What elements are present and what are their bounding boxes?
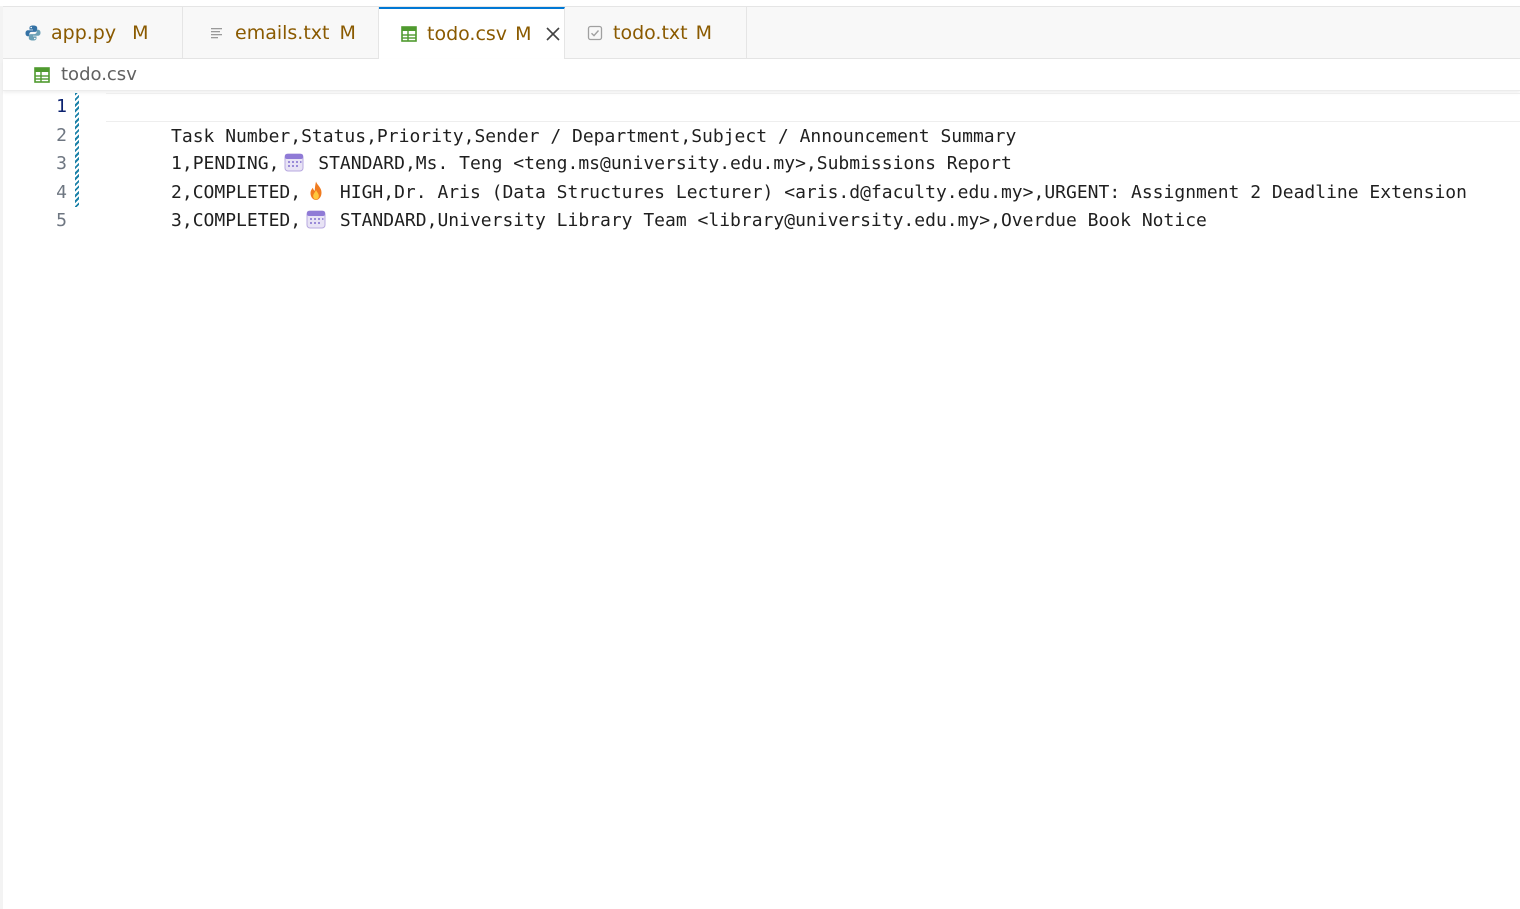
code-line[interactable]: 3,COMPLETED, STANDARD,University Library… [106, 179, 1520, 231]
line-number: 5 [56, 210, 67, 232]
code-line[interactable]: Task Number,Status,Priority,Sender / Dep… [106, 93, 1520, 147]
text-lines-icon [207, 23, 227, 43]
modified-lines-indicator[interactable] [75, 93, 79, 207]
code-line[interactable]: 1,PENDING, STANDARD,Ms. Teng <teng.ms@un… [106, 122, 1520, 174]
code-line[interactable] [106, 207, 1520, 236]
modified-indicator: M [515, 23, 532, 45]
tab-label: todo.csv [427, 23, 508, 45]
tab-todo-txt[interactable]: todo.txt M [565, 7, 747, 58]
modified-indicator: M [339, 21, 356, 44]
tab-app-py[interactable]: app.py M [3, 7, 183, 58]
modified-indicator: M [132, 21, 149, 44]
line-number-gutter: 1 2 3 4 5 [3, 93, 103, 909]
tab-label: emails.txt [235, 21, 330, 44]
code-line[interactable]: 2,COMPLETED, HIGH,Dr. Aris (Data Structu… [106, 150, 1520, 203]
line-number: 1 [56, 96, 67, 117]
code-editor[interactable]: 1 2 3 4 5 Task Number,Status,Priority,Se… [3, 93, 1520, 909]
close-icon[interactable] [543, 24, 563, 44]
modified-indicator: M [695, 21, 713, 44]
csv-table-icon [33, 66, 51, 84]
window-top-edge [0, 0, 1520, 7]
breadcrumb-file[interactable]: todo.csv [61, 64, 137, 85]
csv-table-icon [399, 24, 419, 44]
tab-todo-csv[interactable]: todo.csv M [379, 7, 565, 59]
tab-label: app.py [51, 21, 117, 44]
tab-emails-txt[interactable]: emails.txt M [183, 7, 379, 58]
breadcrumb: todo.csv [3, 59, 1520, 91]
checkbox-icon [585, 23, 605, 43]
line-number: 3 [56, 153, 67, 175]
python-icon [23, 23, 43, 43]
tab-label: todo.txt [613, 21, 688, 44]
line-number: 4 [56, 181, 67, 203]
tab-bar: app.py M emails.txt M todo.csv M todo.tx… [3, 7, 1520, 59]
line-number: 2 [56, 124, 67, 146]
